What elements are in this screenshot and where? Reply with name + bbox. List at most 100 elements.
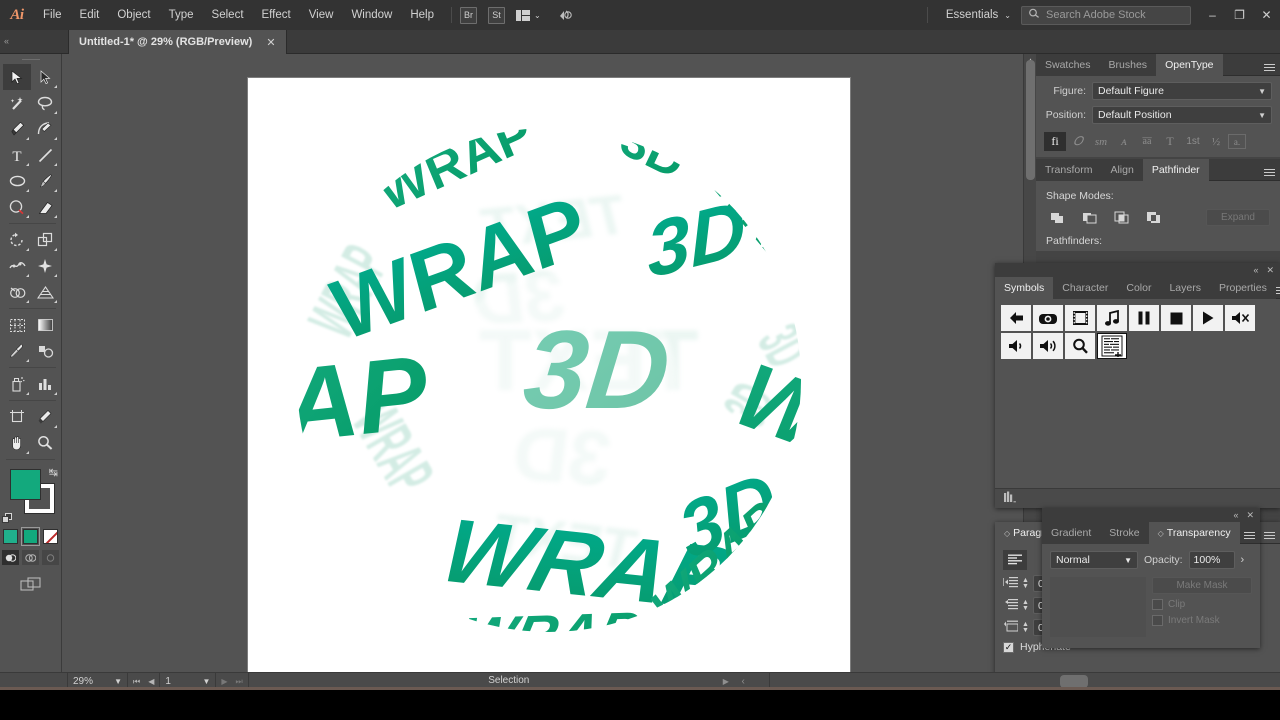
indent-left-stepper[interactable]: ▲▼ <box>1022 578 1029 590</box>
menu-file[interactable]: File <box>34 0 71 30</box>
next-artboard-icon[interactable]: ▶ <box>221 677 227 686</box>
pause-symbol[interactable] <box>1129 305 1159 331</box>
discretionary-ligatures-icon[interactable]: 𝑂 <box>1067 132 1089 151</box>
minimize-button[interactable]: – <box>1199 0 1226 30</box>
rotate-tool[interactable] <box>3 227 31 253</box>
clip-row[interactable]: Clip <box>1152 599 1252 610</box>
volume-low-symbol[interactable] <box>1001 333 1031 359</box>
go-to-bridge-button[interactable]: Br <box>460 7 477 24</box>
lasso-tool[interactable] <box>31 90 59 116</box>
adobe-stock-button[interactable]: St <box>488 7 505 24</box>
tab-brushes[interactable]: Brushes <box>1100 54 1157 76</box>
titling-alternates-icon[interactable]: a̅a̅ <box>1136 132 1158 151</box>
tab-swatches[interactable]: Swatches <box>1036 54 1100 76</box>
document-tab-untitled-1[interactable]: Untitled-1* @ 29% (RGB/Preview) ✕ <box>68 30 287 54</box>
menu-help[interactable]: Help <box>401 0 443 30</box>
play-symbol[interactable] <box>1193 305 1223 331</box>
swap-fill-stroke-icon[interactable]: ↹ <box>49 466 58 479</box>
symbols-panel-header[interactable]: « ✕ <box>995 263 1280 277</box>
minus-front-button[interactable] <box>1078 208 1100 226</box>
hyphenate-checkbox[interactable]: ✓ <box>1003 642 1014 653</box>
camera-symbol[interactable] <box>1033 305 1063 331</box>
contextual-alternates-icon[interactable]: T <box>1159 132 1181 151</box>
tab-transform[interactable]: Transform <box>1036 159 1101 181</box>
width-tool[interactable] <box>3 253 31 279</box>
arrange-documents-button[interactable]: ⌄ <box>516 10 541 21</box>
object-thumbnail[interactable] <box>1050 577 1146 637</box>
draw-behind-button[interactable] <box>22 550 39 565</box>
indent-right-stepper[interactable]: ▲▼ <box>1022 600 1029 612</box>
last-artboard-icon[interactable]: ⏭ <box>236 677 243 687</box>
transparency-panel-header[interactable]: « ✕ <box>1042 508 1260 522</box>
zoom-tool[interactable] <box>31 430 59 456</box>
collapse-panel-icon[interactable]: « <box>4 36 8 46</box>
gradient-swatch-button[interactable] <box>23 529 38 544</box>
menu-object[interactable]: Object <box>108 0 159 30</box>
direct-selection-tool[interactable] <box>31 64 59 90</box>
menu-effect[interactable]: Effect <box>253 0 300 30</box>
type-tool[interactable]: T <box>3 142 31 168</box>
expand-button[interactable]: Expand <box>1206 209 1270 226</box>
panel-menu-icon[interactable] <box>1258 522 1280 543</box>
tab-pathfinder[interactable]: Pathfinder <box>1143 159 1209 181</box>
shaper-tool[interactable] <box>3 194 31 220</box>
film-symbol[interactable] <box>1065 305 1095 331</box>
tab-transparency[interactable]: ◇Transparency <box>1149 522 1240 544</box>
position-select[interactable]: Default Position ▼ <box>1092 106 1272 124</box>
invert-mask-row[interactable]: Invert Mask <box>1152 615 1252 626</box>
pen-tool[interactable] <box>3 116 31 142</box>
close-icon[interactable]: ✕ <box>1246 510 1254 521</box>
opacity-flyout-icon[interactable]: › <box>1241 554 1245 566</box>
tab-symbols[interactable]: Symbols <box>995 277 1053 299</box>
horizontal-scroll-thumb[interactable] <box>1060 675 1088 688</box>
workspace-switcher[interactable]: Essentials ⌄ <box>936 9 1021 21</box>
sync-settings-icon[interactable] <box>555 7 572 24</box>
ellipse-tool[interactable] <box>3 168 31 194</box>
music-note-symbol[interactable] <box>1097 305 1127 331</box>
draw-inside-button[interactable] <box>42 550 59 565</box>
mesh-tool[interactable] <box>3 312 31 338</box>
menu-view[interactable]: View <box>300 0 343 30</box>
clip-checkbox[interactable] <box>1152 599 1163 610</box>
artboard[interactable]: TEXT 3D TEXT 3D TEXT WRAP WRAP 3D <box>248 78 850 682</box>
perspective-grid-tool[interactable] <box>31 279 59 305</box>
column-graph-tool[interactable] <box>31 371 59 397</box>
mute-symbol[interactable] <box>1225 305 1255 331</box>
search-adobe-stock-input[interactable]: Search Adobe Stock <box>1021 6 1191 25</box>
free-transform-tool[interactable] <box>31 253 59 279</box>
selection-tool[interactable] <box>3 64 31 90</box>
tab-character[interactable]: Character <box>1053 277 1117 299</box>
menu-edit[interactable]: Edit <box>71 0 109 30</box>
eyedropper-tool[interactable] <box>3 338 31 364</box>
first-artboard-icon[interactable]: ⏮ <box>133 677 140 687</box>
collapse-icon[interactable]: « <box>1253 265 1258 275</box>
vertical-scroll-thumb[interactable] <box>1026 60 1035 180</box>
default-fill-stroke-icon[interactable] <box>2 513 13 524</box>
arrow-left-symbol[interactable] <box>1001 305 1031 331</box>
make-mask-button[interactable]: Make Mask <box>1152 577 1252 594</box>
blend-tool[interactable] <box>31 338 59 364</box>
close-icon[interactable]: ✕ <box>266 36 275 49</box>
blend-mode-select[interactable]: Normal ▼ <box>1050 551 1138 569</box>
curvature-tool[interactable] <box>31 116 59 142</box>
line-segment-tool[interactable] <box>31 142 59 168</box>
symbol-libraries-icon[interactable] <box>1003 491 1017 506</box>
standard-ligatures-icon[interactable]: fi <box>1044 132 1066 151</box>
eraser-tool[interactable] <box>31 194 59 220</box>
prev-artboard-icon[interactable]: ◀ <box>148 677 154 686</box>
menu-select[interactable]: Select <box>203 0 253 30</box>
none-swatch-button[interactable] <box>43 529 58 544</box>
fractions-icon[interactable]: ½ <box>1205 132 1227 151</box>
space-before-stepper[interactable]: ▲▼ <box>1022 622 1029 634</box>
hand-tool[interactable] <box>3 430 31 456</box>
paintbrush-tool[interactable] <box>31 168 59 194</box>
volume-high-symbol[interactable] <box>1033 333 1063 359</box>
tab-color[interactable]: Color <box>1117 277 1160 299</box>
superscript-icon[interactable]: a. <box>1228 134 1246 149</box>
search-symbol[interactable] <box>1065 333 1095 359</box>
toolbar-grip[interactable] <box>0 54 61 64</box>
magic-wand-tool[interactable] <box>3 90 31 116</box>
status-flyout-icon[interactable]: ▶ <box>723 677 729 686</box>
status-collapse-icon[interactable]: ‹ <box>742 676 745 687</box>
tab-opentype[interactable]: OpenType <box>1156 54 1222 76</box>
